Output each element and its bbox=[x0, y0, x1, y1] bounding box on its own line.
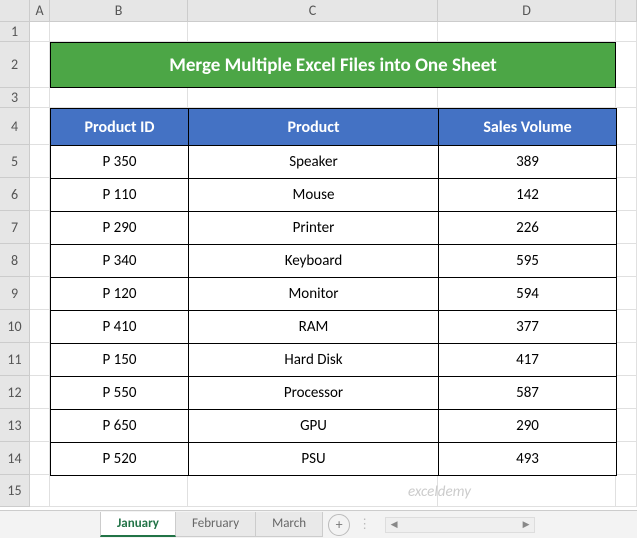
cell-sales[interactable]: 389 bbox=[439, 146, 617, 179]
row-header-6[interactable]: 6 bbox=[0, 178, 30, 211]
table-row[interactable]: P 520PSU493 bbox=[51, 443, 617, 476]
cell-product[interactable]: Processor bbox=[189, 377, 439, 410]
cell-sales[interactable]: 417 bbox=[439, 344, 617, 377]
plus-icon: + bbox=[336, 516, 343, 533]
row-header-15[interactable]: 15 bbox=[0, 475, 30, 507]
table-row[interactable]: P 290Printer226 bbox=[51, 212, 617, 245]
content-layer: Merge Multiple Excel Files into One Shee… bbox=[30, 22, 637, 510]
cell-id[interactable]: P 550 bbox=[51, 377, 189, 410]
cell-sales[interactable]: 226 bbox=[439, 212, 617, 245]
table-row[interactable]: P 340Keyboard595 bbox=[51, 245, 617, 278]
cell-id[interactable]: P 350 bbox=[51, 146, 189, 179]
watermark: exceldemy bbox=[408, 483, 471, 501]
cell-product[interactable]: Monitor bbox=[189, 278, 439, 311]
scroll-left-icon[interactable]: ◀ bbox=[386, 518, 402, 532]
cell-sales[interactable]: 142 bbox=[439, 179, 617, 212]
cell-sales[interactable]: 587 bbox=[439, 377, 617, 410]
cell-id[interactable]: P 150 bbox=[51, 344, 189, 377]
row-header-2[interactable]: 2 bbox=[0, 42, 30, 88]
row-header-4[interactable]: 4 bbox=[0, 108, 30, 145]
header-sales[interactable]: Sales Volume bbox=[439, 109, 617, 146]
table-row[interactable]: P 410RAM377 bbox=[51, 311, 617, 344]
cell-sales[interactable]: 290 bbox=[439, 410, 617, 443]
cell-product[interactable]: RAM bbox=[189, 311, 439, 344]
cell-product[interactable]: Hard Disk bbox=[189, 344, 439, 377]
cell-id[interactable]: P 520 bbox=[51, 443, 189, 476]
cell-product[interactable]: Keyboard bbox=[189, 245, 439, 278]
cell-product[interactable]: PSU bbox=[189, 443, 439, 476]
column-header-C[interactable]: C bbox=[188, 0, 438, 22]
new-sheet-button[interactable]: + bbox=[328, 514, 350, 536]
column-header-end[interactable] bbox=[616, 0, 637, 22]
table-row[interactable]: P 650GPU290 bbox=[51, 410, 617, 443]
scroll-right-icon[interactable]: ▶ bbox=[518, 518, 534, 532]
row-header-13[interactable]: 13 bbox=[0, 409, 30, 442]
cell-product[interactable]: Mouse bbox=[189, 179, 439, 212]
cells-container[interactable]: Merge Multiple Excel Files into One Shee… bbox=[30, 22, 637, 510]
tab-january[interactable]: January bbox=[100, 512, 176, 537]
cell-sales[interactable]: 493 bbox=[439, 443, 617, 476]
cell-id[interactable]: P 340 bbox=[51, 245, 189, 278]
title-text: Merge Multiple Excel Files into One Shee… bbox=[169, 54, 496, 77]
cell-sales[interactable]: 594 bbox=[439, 278, 617, 311]
row-header-12[interactable]: 12 bbox=[0, 376, 30, 409]
table-row[interactable]: P 110Mouse142 bbox=[51, 179, 617, 212]
tab-separator: ⋮ bbox=[358, 517, 373, 532]
cell-id[interactable]: P 650 bbox=[51, 410, 189, 443]
tab-march[interactable]: March bbox=[255, 512, 323, 537]
row-header-11[interactable]: 11 bbox=[0, 343, 30, 376]
title-banner: Merge Multiple Excel Files into One Shee… bbox=[50, 42, 616, 88]
column-header-D[interactable]: D bbox=[438, 0, 616, 22]
column-header-B[interactable]: B bbox=[50, 0, 188, 22]
tab-february[interactable]: February bbox=[175, 512, 256, 537]
cell-sales[interactable]: 377 bbox=[439, 311, 617, 344]
row-header-9[interactable]: 9 bbox=[0, 277, 30, 310]
row-header-10[interactable]: 10 bbox=[0, 310, 30, 343]
cell-product[interactable]: Printer bbox=[189, 212, 439, 245]
data-table: Product ID Product Sales Volume P 350Spe… bbox=[50, 108, 617, 476]
row-header-14[interactable]: 14 bbox=[0, 442, 30, 475]
table-row[interactable]: P 150Hard Disk417 bbox=[51, 344, 617, 377]
select-all-corner[interactable] bbox=[0, 0, 30, 22]
table-row[interactable]: P 350Speaker389 bbox=[51, 146, 617, 179]
table-row[interactable]: P 120Monitor594 bbox=[51, 278, 617, 311]
cell-id[interactable]: P 290 bbox=[51, 212, 189, 245]
cell-id[interactable]: P 110 bbox=[51, 179, 189, 212]
spreadsheet-area: ABCD 123456789101112131415 Merge Multipl… bbox=[0, 0, 637, 510]
header-product[interactable]: Product bbox=[189, 109, 439, 146]
row-header-3[interactable]: 3 bbox=[0, 88, 30, 108]
cell-sales[interactable]: 595 bbox=[439, 245, 617, 278]
cell-id[interactable]: P 120 bbox=[51, 278, 189, 311]
cell-id[interactable]: P 410 bbox=[51, 311, 189, 344]
table-row[interactable]: P 550Processor587 bbox=[51, 377, 617, 410]
horizontal-scrollbar[interactable]: ◀ ▶ bbox=[385, 517, 535, 533]
row-header-1[interactable]: 1 bbox=[0, 22, 30, 42]
header-product-id[interactable]: Product ID bbox=[51, 109, 189, 146]
cell-product[interactable]: Speaker bbox=[189, 146, 439, 179]
sheet-tab-bar: JanuaryFebruaryMarch + ⋮ ◀ ▶ bbox=[0, 510, 637, 538]
row-header-8[interactable]: 8 bbox=[0, 244, 30, 277]
column-header-A[interactable]: A bbox=[30, 0, 50, 22]
row-header-7[interactable]: 7 bbox=[0, 211, 30, 244]
row-header-5[interactable]: 5 bbox=[0, 145, 30, 178]
cell-product[interactable]: GPU bbox=[189, 410, 439, 443]
row-headers: 123456789101112131415 bbox=[0, 22, 30, 510]
column-headers: ABCD bbox=[30, 0, 637, 22]
